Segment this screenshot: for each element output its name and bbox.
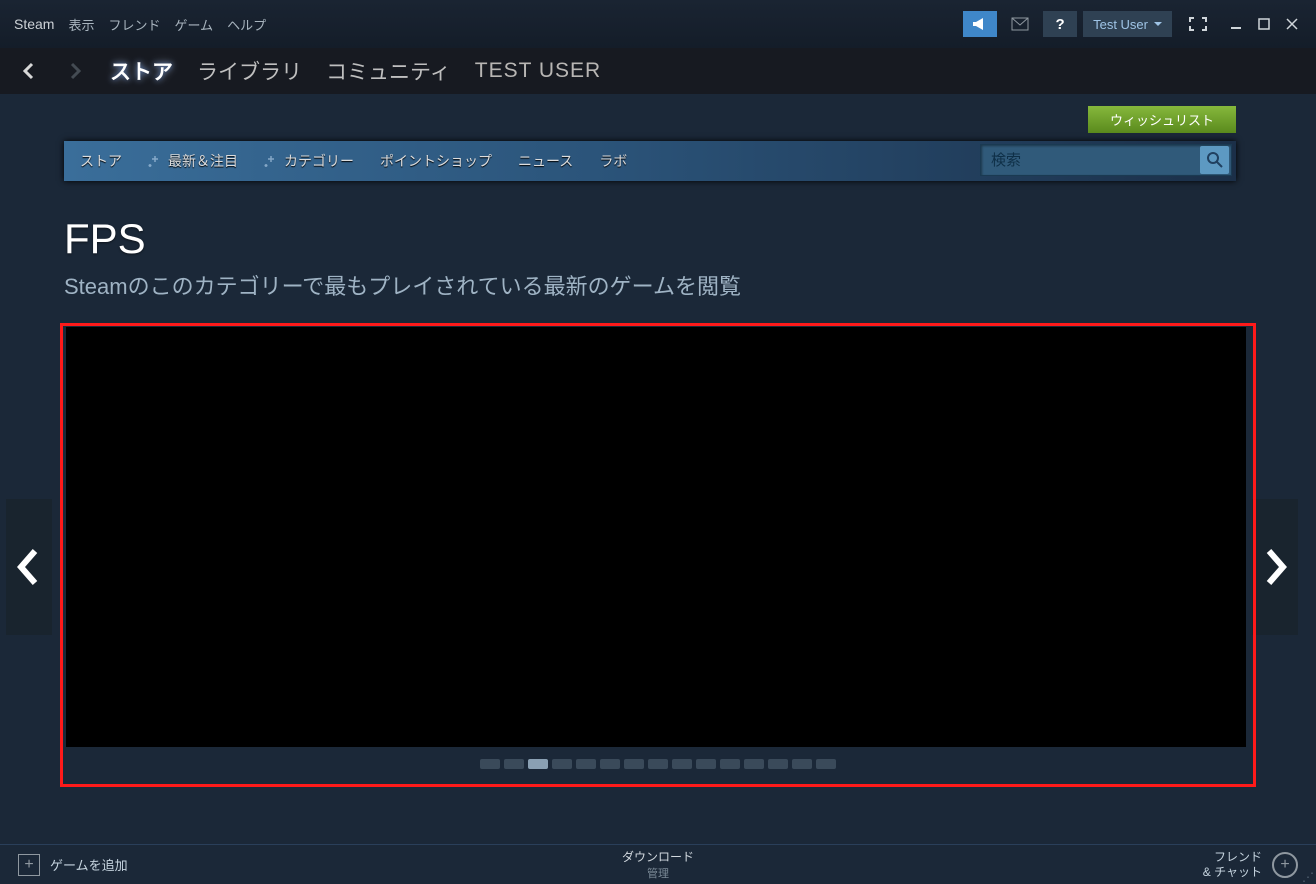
menu-help[interactable]: ヘルプ	[227, 15, 266, 34]
nav-library[interactable]: ライブラリ	[197, 56, 302, 86]
storebar-new-label: 最新＆注目	[168, 151, 238, 171]
wishlist-button[interactable]: ウィッシュリスト	[1088, 106, 1236, 133]
downloads-label: ダウンロード	[622, 848, 694, 865]
user-menu-button[interactable]: Test User	[1083, 11, 1172, 37]
app-name[interactable]: Steam	[14, 16, 54, 32]
carousel	[62, 327, 1254, 769]
storebar-new[interactable]: 最新＆注目	[148, 151, 238, 171]
sparkle-icon	[264, 154, 278, 168]
maximize-button[interactable]	[1254, 14, 1274, 34]
menu-games[interactable]: ゲーム	[175, 15, 214, 34]
storebar-labs[interactable]: ラボ	[599, 151, 627, 171]
titlebar-right: ? Test User	[963, 11, 1302, 37]
plus-icon: +	[18, 854, 40, 876]
nav-forward-button[interactable]	[64, 60, 86, 82]
downloads-button[interactable]: ダウンロード 管理	[622, 848, 694, 881]
carousel-next-button[interactable]	[1252, 499, 1298, 635]
chevron-down-icon	[1154, 22, 1162, 26]
storebar-store[interactable]: ストア	[80, 151, 122, 171]
window-controls	[1226, 14, 1302, 34]
page-title: FPS	[64, 215, 1246, 263]
pager-pill[interactable]	[744, 759, 764, 769]
sparkle-icon	[148, 154, 162, 168]
pager-pill[interactable]	[552, 759, 572, 769]
pager-pill[interactable]	[792, 759, 812, 769]
nav-user[interactable]: TEST USER	[475, 59, 601, 83]
close-button[interactable]	[1282, 14, 1302, 34]
announcements-icon[interactable]	[963, 11, 997, 37]
pager-pill[interactable]	[696, 759, 716, 769]
wishlist-row: ウィッシュリスト	[64, 94, 1236, 141]
carousel-pager	[62, 759, 1254, 769]
menu-view[interactable]: 表示	[68, 15, 94, 34]
storebar-categories[interactable]: カテゴリー	[264, 151, 354, 171]
pager-pill[interactable]	[624, 759, 644, 769]
pager-pill[interactable]	[600, 759, 620, 769]
search-button[interactable]	[1200, 146, 1229, 174]
pager-pill[interactable]	[672, 759, 692, 769]
storebar-points[interactable]: ポイントショップ	[380, 151, 492, 171]
friends-chat-button[interactable]: フレンド & チャット +	[1203, 850, 1298, 879]
carousel-slide[interactable]	[66, 327, 1246, 747]
storebar-news[interactable]: ニュース	[518, 151, 573, 171]
store-navbar: ストア 最新＆注目 カテゴリー ポイントショップ ニュース ラボ	[64, 141, 1236, 181]
search-input[interactable]	[981, 152, 1200, 169]
pager-pill[interactable]	[480, 759, 500, 769]
add-friend-icon: +	[1272, 852, 1298, 878]
pager-pill[interactable]	[504, 759, 524, 769]
fullscreen-icon[interactable]	[1188, 14, 1208, 34]
inbox-icon[interactable]	[1003, 11, 1037, 37]
pager-pill[interactable]	[720, 759, 740, 769]
pager-pill[interactable]	[576, 759, 596, 769]
add-game-label: ゲームを追加	[50, 855, 128, 874]
resize-grip[interactable]: ⋰	[1302, 870, 1314, 882]
pager-pill[interactable]	[528, 759, 548, 769]
add-game-button[interactable]: + ゲームを追加	[18, 854, 128, 876]
pager-pill[interactable]	[648, 759, 668, 769]
carousel-prev-button[interactable]	[6, 499, 52, 635]
bottom-bar: + ゲームを追加 ダウンロード 管理 フレンド & チャット +	[0, 844, 1316, 884]
titlebar: Steam 表示 フレンド ゲーム ヘルプ ? Test User	[0, 0, 1316, 48]
main-nav: ストア ライブラリ コミュニティ TEST USER	[0, 48, 1316, 94]
user-name-label: Test User	[1093, 17, 1148, 32]
downloads-sublabel: 管理	[622, 865, 694, 881]
friends-label: フレンド & チャット	[1203, 850, 1262, 879]
nav-back-button[interactable]	[18, 60, 40, 82]
nav-community[interactable]: コミュニティ	[326, 56, 451, 86]
menu-friends[interactable]: フレンド	[108, 15, 160, 34]
help-icon[interactable]: ?	[1043, 11, 1077, 37]
page-body: ウィッシュリスト ストア 最新＆注目 カテゴリー ポイントショップ ニュース ラ…	[0, 94, 1316, 844]
storebar-categories-label: カテゴリー	[284, 151, 354, 171]
search-box	[980, 144, 1232, 176]
nav-store[interactable]: ストア	[110, 56, 173, 86]
page-subtitle: Steamのこのカテゴリーで最もプレイされている最新のゲームを閲覧	[64, 269, 1246, 301]
pager-pill[interactable]	[816, 759, 836, 769]
minimize-button[interactable]	[1226, 14, 1246, 34]
pager-pill[interactable]	[768, 759, 788, 769]
